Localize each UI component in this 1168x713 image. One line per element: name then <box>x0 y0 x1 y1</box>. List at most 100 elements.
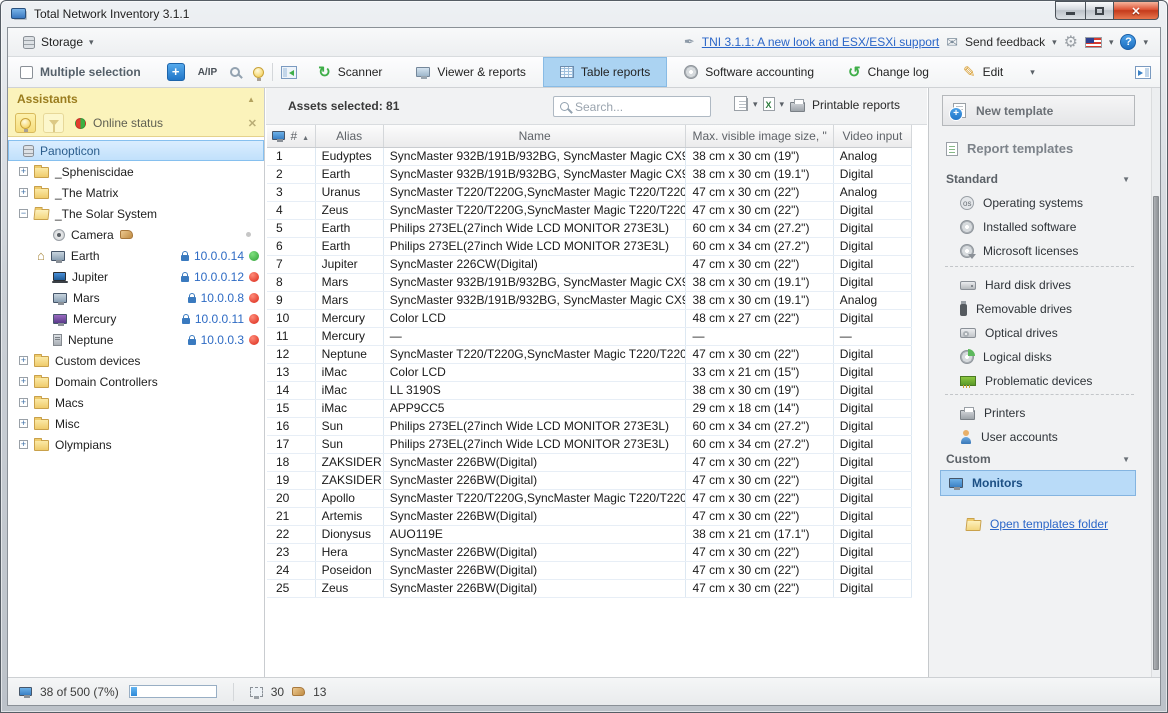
lightbulb-toggle-button[interactable] <box>15 113 36 133</box>
tab-edit[interactable]: Edit <box>946 57 1020 87</box>
tab-table-reports[interactable]: Table reports <box>543 57 667 87</box>
table-row[interactable]: 9 Mars SyncMaster 932B/191B/932BG, SyncM… <box>267 291 912 309</box>
expand-icon[interactable] <box>19 419 28 428</box>
table-row[interactable]: 20 Apollo SyncMaster T220/T220G,SyncMast… <box>267 489 912 507</box>
tree-item-camera[interactable]: Camera <box>8 224 264 245</box>
expand-icon[interactable] <box>19 167 28 176</box>
table-row[interactable]: 22 Dionysus AUO119E 38 cm x 21 cm (17.1"… <box>267 525 912 543</box>
tree-item-spheniscidae[interactable]: _Spheniscidae <box>8 161 264 182</box>
tree-item-neptune[interactable]: Neptune 10.0.0.3 <box>8 329 264 350</box>
table-row[interactable]: 13 iMac Color LCD 33 cm x 21 cm (15") Di… <box>267 363 912 381</box>
close-button[interactable] <box>1113 1 1159 20</box>
column-header-size[interactable]: Max. visible image size, " <box>686 125 833 147</box>
close-assistant-icon[interactable]: ✕ <box>248 117 257 130</box>
tab-software-accounting[interactable]: Software accounting <box>667 57 831 87</box>
template-hard-disk-drives[interactable]: Hard disk drives <box>960 276 1071 294</box>
table-row[interactable]: 15 iMac APP9CC5 29 cm x 18 cm (14") Digi… <box>267 399 912 417</box>
collapse-section-icon[interactable] <box>1122 174 1130 185</box>
collapse-section-icon[interactable] <box>1122 454 1130 465</box>
template-problematic-devices[interactable]: Problematic devices <box>960 372 1092 390</box>
tree-item-earth[interactable]: Earth 10.0.0.14 <box>8 245 264 266</box>
assistant-lightbulb-icon[interactable] <box>253 67 264 78</box>
storage-menu-button[interactable]: Storage ▾ <box>15 32 102 52</box>
chevron-down-icon[interactable]: ▾ <box>1109 37 1114 48</box>
multiple-selection-toggle[interactable]: Multiple selection <box>20 65 141 79</box>
tab-change-log[interactable]: Change log <box>831 57 946 87</box>
tab-scanner[interactable]: Scanner <box>301 57 399 87</box>
table-row[interactable]: 2 Earth SyncMaster 932B/191B/932BG, Sync… <box>267 165 912 183</box>
table-row[interactable]: 4 Zeus SyncMaster T220/T220G,SyncMaster … <box>267 201 912 219</box>
chevron-down-icon[interactable]: ▾ <box>1143 37 1148 48</box>
expand-icon[interactable] <box>19 356 28 365</box>
template-operating-systems[interactable]: Operating systems <box>960 194 1083 212</box>
tree-item-macs[interactable]: Macs <box>8 392 264 413</box>
export-text-icon[interactable] <box>737 98 748 111</box>
alias-ip-toggle[interactable] <box>198 67 217 78</box>
table-row[interactable]: 19 ZAKSIDER SyncMaster 226BW(Digital) 47… <box>267 471 912 489</box>
news-link[interactable]: TNI 3.1.1: A new look and ESX/ESXi suppo… <box>702 35 939 49</box>
tree-item-storage-root[interactable]: Panopticon <box>8 140 264 161</box>
collapse-right-panel-icon[interactable] <box>1135 66 1151 79</box>
edit-dropdown[interactable]: ▾ <box>1020 57 1045 87</box>
column-header-number[interactable]: # <box>267 125 315 147</box>
table-row[interactable]: 5 Earth Philips 273EL(27inch Wide LCD MO… <box>267 219 912 237</box>
titlebar[interactable]: Total Network Inventory 3.1.1 <box>0 0 1168 27</box>
table-row[interactable]: 16 Sun Philips 273EL(27inch Wide LCD MON… <box>267 417 912 435</box>
tree-item-custom-devices[interactable]: Custom devices <box>8 350 264 371</box>
open-templates-folder[interactable]: Open templates folder <box>966 517 1108 531</box>
table-row[interactable]: 18 ZAKSIDER SyncMaster 226BW(Digital) 47… <box>267 453 912 471</box>
printable-reports-button[interactable]: Printable reports <box>790 98 900 112</box>
chevron-down-icon[interactable]: ▾ <box>780 99 785 110</box>
table-row[interactable]: 6 Earth Philips 273EL(27inch Wide LCD MO… <box>267 237 912 255</box>
section-standard[interactable]: Standard <box>946 172 1130 186</box>
tab-viewer-reports[interactable]: Viewer & reports <box>399 57 542 87</box>
tree-item-mercury[interactable]: Mercury 10.0.0.11 <box>8 308 264 329</box>
expand-icon[interactable] <box>19 377 28 386</box>
template-monitors-selected[interactable]: Monitors <box>940 470 1136 496</box>
export-excel-icon[interactable] <box>763 97 775 111</box>
column-header-alias[interactable]: Alias <box>315 125 383 147</box>
minimize-button[interactable] <box>1055 1 1085 20</box>
tree-item-the-matrix[interactable]: _The Matrix <box>8 182 264 203</box>
new-template-button[interactable]: New template <box>942 95 1135 126</box>
tree-item-jupiter[interactable]: Jupiter 10.0.0.12 <box>8 266 264 287</box>
tree-item-solar-system[interactable]: _The Solar System <box>8 203 264 224</box>
template-printers[interactable]: Printers <box>960 404 1025 422</box>
search-box[interactable] <box>553 96 711 117</box>
table-row[interactable]: 21 Artemis SyncMaster 226BW(Digital) 47 … <box>267 507 912 525</box>
expand-icon[interactable] <box>19 398 28 407</box>
table-row[interactable]: 10 Mercury Color LCD 48 cm x 27 cm (22")… <box>267 309 912 327</box>
column-header-video[interactable]: Video input <box>833 125 911 147</box>
template-installed-software[interactable]: Installed software <box>960 218 1076 236</box>
collapse-sidebar-icon[interactable] <box>281 66 297 79</box>
collapse-assistants-icon[interactable] <box>247 94 255 104</box>
collapse-icon[interactable] <box>19 209 28 218</box>
template-logical-disks[interactable]: Logical disks <box>960 348 1052 366</box>
language-flag-icon[interactable] <box>1085 37 1102 48</box>
chevron-down-icon[interactable]: ▾ <box>1052 37 1057 48</box>
section-custom[interactable]: Custom <box>946 452 1130 466</box>
tree-item-mars[interactable]: Mars 10.0.0.8 <box>8 287 264 308</box>
add-device-button[interactable] <box>167 63 185 81</box>
scrollbar[interactable] <box>1151 88 1160 677</box>
table-row[interactable]: 11 Mercury — — — <box>267 327 912 345</box>
multiple-selection-checkbox[interactable] <box>20 66 33 79</box>
column-header-name[interactable]: Name <box>383 125 686 147</box>
search-icon[interactable] <box>230 67 240 77</box>
table-row[interactable]: 8 Mars SyncMaster 932B/191B/932BG, SyncM… <box>267 273 912 291</box>
table-row[interactable]: 25 Zeus SyncMaster 226BW(Digital) 47 cm … <box>267 579 912 597</box>
table-row[interactable]: 14 iMac LL 3190S 38 cm x 30 cm (19") Dig… <box>267 381 912 399</box>
gear-icon[interactable] <box>1064 32 1078 52</box>
chevron-down-icon[interactable]: ▾ <box>753 99 758 110</box>
template-user-accounts[interactable]: User accounts <box>960 428 1058 446</box>
open-templates-folder-link[interactable]: Open templates folder <box>990 517 1108 531</box>
table-row[interactable]: 7 Jupiter SyncMaster 226CW(Digital) 47 c… <box>267 255 912 273</box>
scrollbar-thumb[interactable] <box>1153 196 1159 670</box>
search-input[interactable] <box>575 100 685 114</box>
table-row[interactable]: 12 Neptune SyncMaster T220/T220G,SyncMas… <box>267 345 912 363</box>
send-feedback-button[interactable]: Send feedback <box>965 35 1045 49</box>
expand-icon[interactable] <box>19 440 28 449</box>
template-optical-drives[interactable]: Optical drives <box>960 324 1058 342</box>
maximize-button[interactable] <box>1085 1 1113 20</box>
template-microsoft-licenses[interactable]: Microsoft licenses <box>960 242 1078 260</box>
